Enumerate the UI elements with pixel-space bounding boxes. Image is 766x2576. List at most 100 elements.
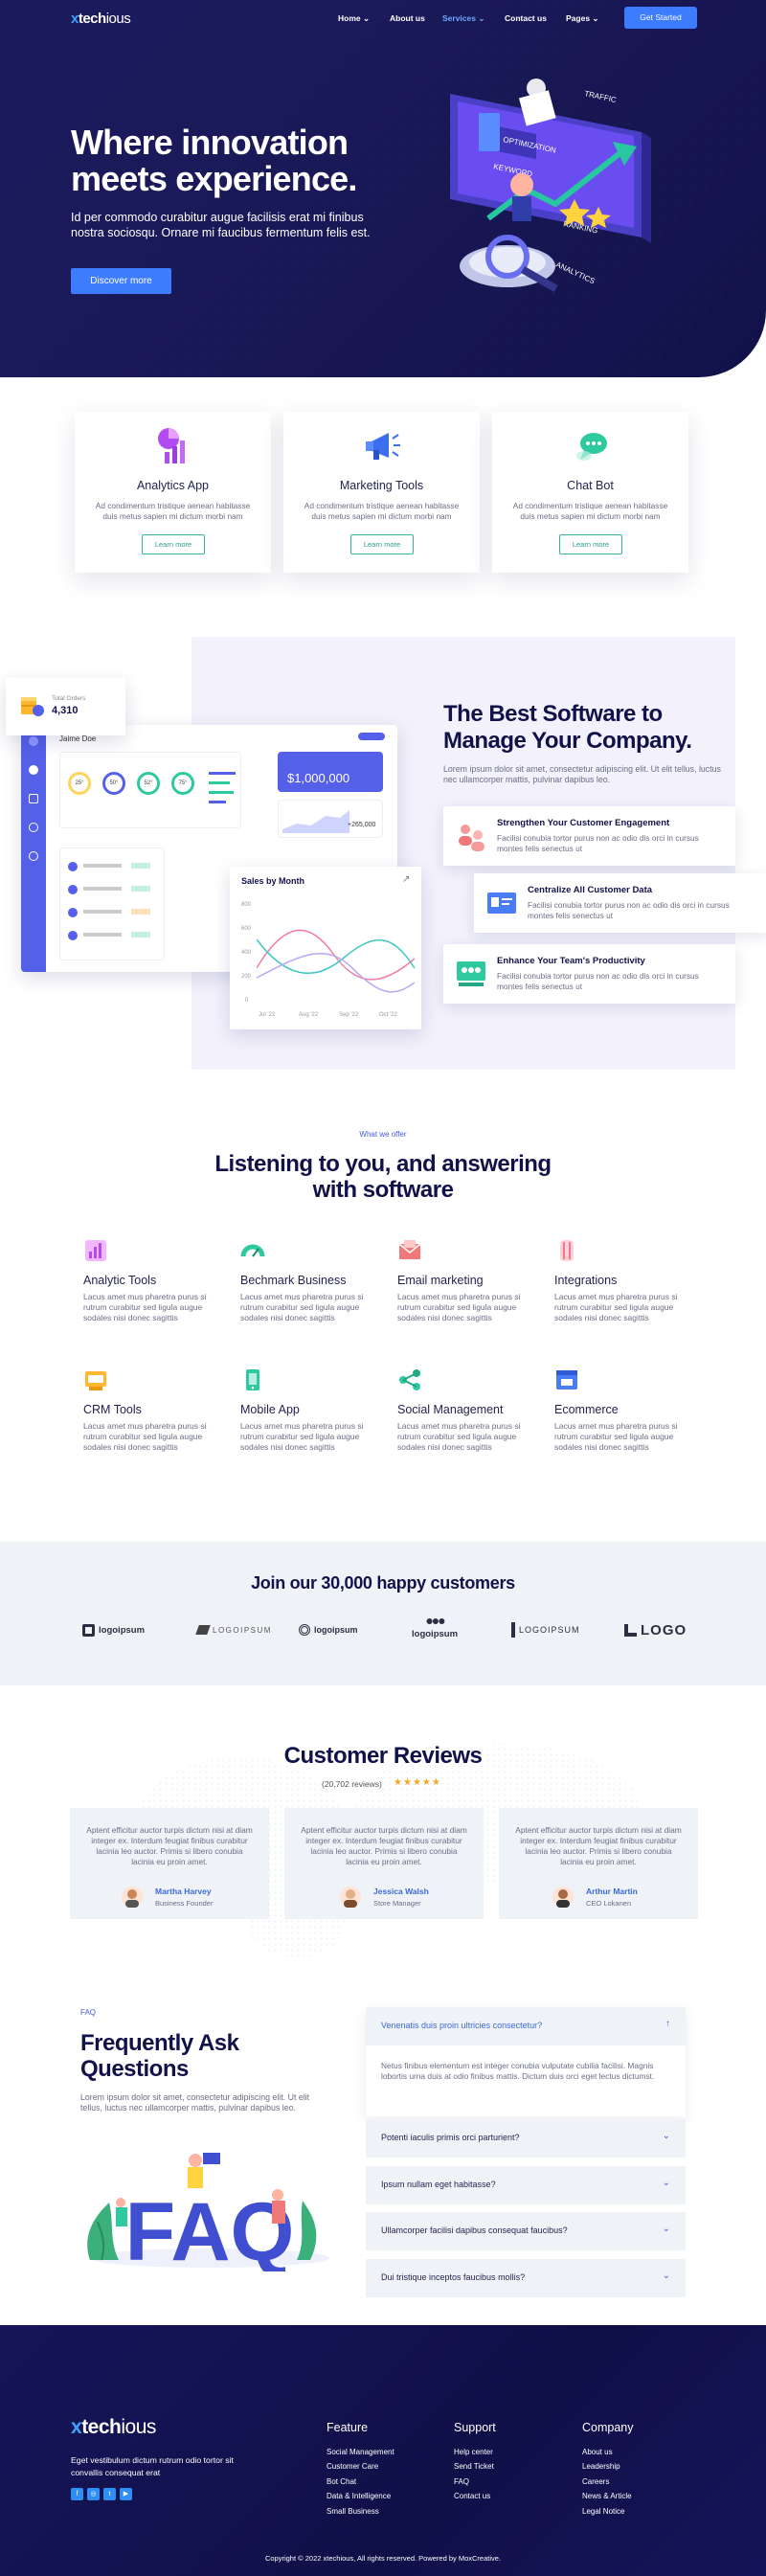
footer-link[interactable]: Careers (582, 2477, 609, 2486)
analytics-chart-icon (158, 428, 185, 463)
footer-link[interactable]: Legal Notice (582, 2507, 624, 2516)
feature-desc: Ad condimentum tristique aenean habitass… (512, 501, 668, 521)
avatar (68, 908, 78, 917)
logo-mark-icon (624, 1623, 637, 1637)
partner-logo: logoipsum (299, 1618, 358, 1641)
service-title: Ecommerce (554, 1403, 619, 1416)
partner-logo: ●●● logoipsum (412, 1613, 459, 1639)
mobile-phone-icon (246, 1369, 259, 1390)
services-title: Listening to you, and answering with sof… (214, 1151, 552, 1203)
card-title: Strengthen Your Customer Engagement (497, 818, 670, 828)
learn-more-button[interactable]: Learn more (559, 534, 622, 554)
partner-logo: LOGO (624, 1618, 687, 1641)
dashboard-nav-icon (29, 823, 38, 832)
software-title: The Best Software to Manage Your Company… (443, 701, 692, 754)
footer-link[interactable]: FAQ (454, 2477, 469, 2486)
nav-about-us[interactable]: About us (390, 13, 425, 23)
rating-stars: ★★★★★ (394, 1777, 441, 1788)
footer-brand-logo[interactable]: xtechious (71, 2416, 156, 2439)
total-orders-card: Total Orders 4,310 (6, 678, 125, 735)
chat-bubble-icon (576, 433, 607, 461)
review-quote: Aptent efficitur auctor turpis dictum ni… (515, 1825, 682, 1866)
footer-link[interactable]: Customer Care (327, 2462, 378, 2471)
footer-link[interactable]: Leadership (582, 2462, 620, 2471)
reviews-count: (20,702 reviews) (322, 1779, 382, 1789)
status-badge (131, 932, 150, 938)
footer-link[interactable]: Help center (454, 2448, 493, 2456)
crm-board-icon (85, 1371, 106, 1390)
reviewer-role: Store Manager (373, 1899, 421, 1908)
service-benchmark-business: Bechmark Business Lacus amet mus pharetr… (240, 1238, 374, 1353)
review-card: Aptent efficitur auctor turpis dictum ni… (70, 1808, 269, 1919)
service-social-management: Social Management Lacus amet mus pharetr… (397, 1367, 531, 1482)
review-card: Aptent efficitur auctor turpis dictum ni… (284, 1808, 484, 1919)
services-kicker: What we offer (359, 1130, 407, 1139)
small-chart-value: +265,000 (348, 822, 376, 828)
footer-link[interactable]: News & Article (582, 2492, 632, 2500)
nav-pages[interactable]: Pages ⌄ (566, 13, 599, 24)
faq-question-header[interactable]: Venenatis duis proin ultricies consectet… (366, 2007, 686, 2045)
balance-value: $1,000,000 (287, 771, 350, 785)
logo-mark-icon (82, 1623, 95, 1637)
nav-home[interactable]: Home ⌄ (338, 13, 370, 24)
avatar (122, 1887, 143, 1908)
get-started-button[interactable]: Get Started (624, 7, 697, 29)
card-desc: Facilisi conubia tortor purus non ac odi… (528, 900, 730, 920)
chevron-down-icon: ⌄ (592, 13, 599, 23)
footer-link[interactable]: Data & Intelligence (327, 2492, 391, 2500)
feature-title: Marketing Tools (339, 479, 424, 492)
x-tick: Sep '22 (339, 1012, 359, 1018)
contacts-list (59, 847, 165, 960)
facebook-icon[interactable]: f (71, 2488, 83, 2500)
chevron-down-icon: ⌄ (662, 2224, 670, 2234)
gauge-panel: 25° 50° 52° 75° (59, 752, 241, 828)
card-desc: Facilisi conubia tortor purus non ac odi… (497, 833, 699, 853)
nav-services[interactable]: Services ⌄ (442, 13, 484, 24)
external-link-icon[interactable]: ↗ (402, 874, 410, 885)
dashboard-top-button[interactable] (358, 733, 385, 740)
learn-more-button[interactable]: Learn more (350, 534, 414, 554)
footer-link[interactable]: Bot Chat (327, 2477, 356, 2486)
status-badge (131, 886, 150, 892)
illustration-label-analytics: ANALYTICS (554, 260, 597, 286)
footer-link[interactable]: About us (582, 2448, 613, 2456)
avatar (68, 862, 78, 871)
coins-icon (21, 697, 44, 716)
footer-link[interactable]: Small Business (327, 2507, 379, 2516)
progress-line (209, 791, 234, 794)
faq-item[interactable]: Potenti iaculis primis orci parturient? … (366, 2119, 686, 2158)
footer-link[interactable]: Contact us (454, 2492, 490, 2500)
list-item (83, 933, 122, 937)
footer-link[interactable]: Social Management (327, 2448, 394, 2456)
brand-logo[interactable]: xtechious (71, 11, 131, 27)
y-tick: 400 (241, 950, 252, 956)
faq-item[interactable]: Ipsum nullam eget habitasse? ⌄ (366, 2166, 686, 2204)
faq-item[interactable]: Dui tristique inceptos faucibus mollis? … (366, 2259, 686, 2297)
feature-card-marketing-tools: Marketing Tools Ad condimentum tristique… (283, 412, 480, 573)
dashboard-nav-icon (29, 765, 38, 775)
y-tick: 800 (241, 902, 252, 908)
progress-line (209, 772, 236, 775)
gauge: 50° (102, 772, 125, 795)
sales-line-chart (257, 929, 415, 993)
chevron-down-icon: ⌄ (662, 2178, 670, 2188)
feature-desc: Ad condimentum tristique aenean habitass… (304, 501, 460, 521)
y-tick: 0 (245, 998, 249, 1004)
twitter-icon[interactable]: t (103, 2488, 116, 2500)
progress-line (209, 781, 230, 784)
faq-answer: Netus finibus elementum est integer conu… (381, 2061, 655, 2081)
learn-more-button[interactable]: Learn more (142, 534, 205, 554)
discover-more-button[interactable]: Discover more (71, 268, 171, 294)
reviewer-role: CEO Lokanen (586, 1899, 632, 1908)
faq-kicker: FAQ (80, 2008, 97, 2017)
footer-link[interactable]: Send Ticket (454, 2462, 494, 2471)
youtube-icon[interactable]: ▶ (120, 2488, 132, 2500)
instagram-icon[interactable]: ◎ (87, 2488, 100, 2500)
list-item (83, 864, 122, 868)
dashboard-nav-icon (29, 736, 38, 746)
nav-contact-us[interactable]: Contact us (505, 13, 547, 23)
partner-logo: logoipsum (82, 1618, 145, 1641)
card-desc: Facilisi conubia tortor purus non ac odi… (497, 971, 699, 991)
faq-item[interactable]: Ullamcorper facilisi dapibus consequat f… (366, 2212, 686, 2250)
reviewer-name: Jessica Walsh (373, 1887, 429, 1896)
